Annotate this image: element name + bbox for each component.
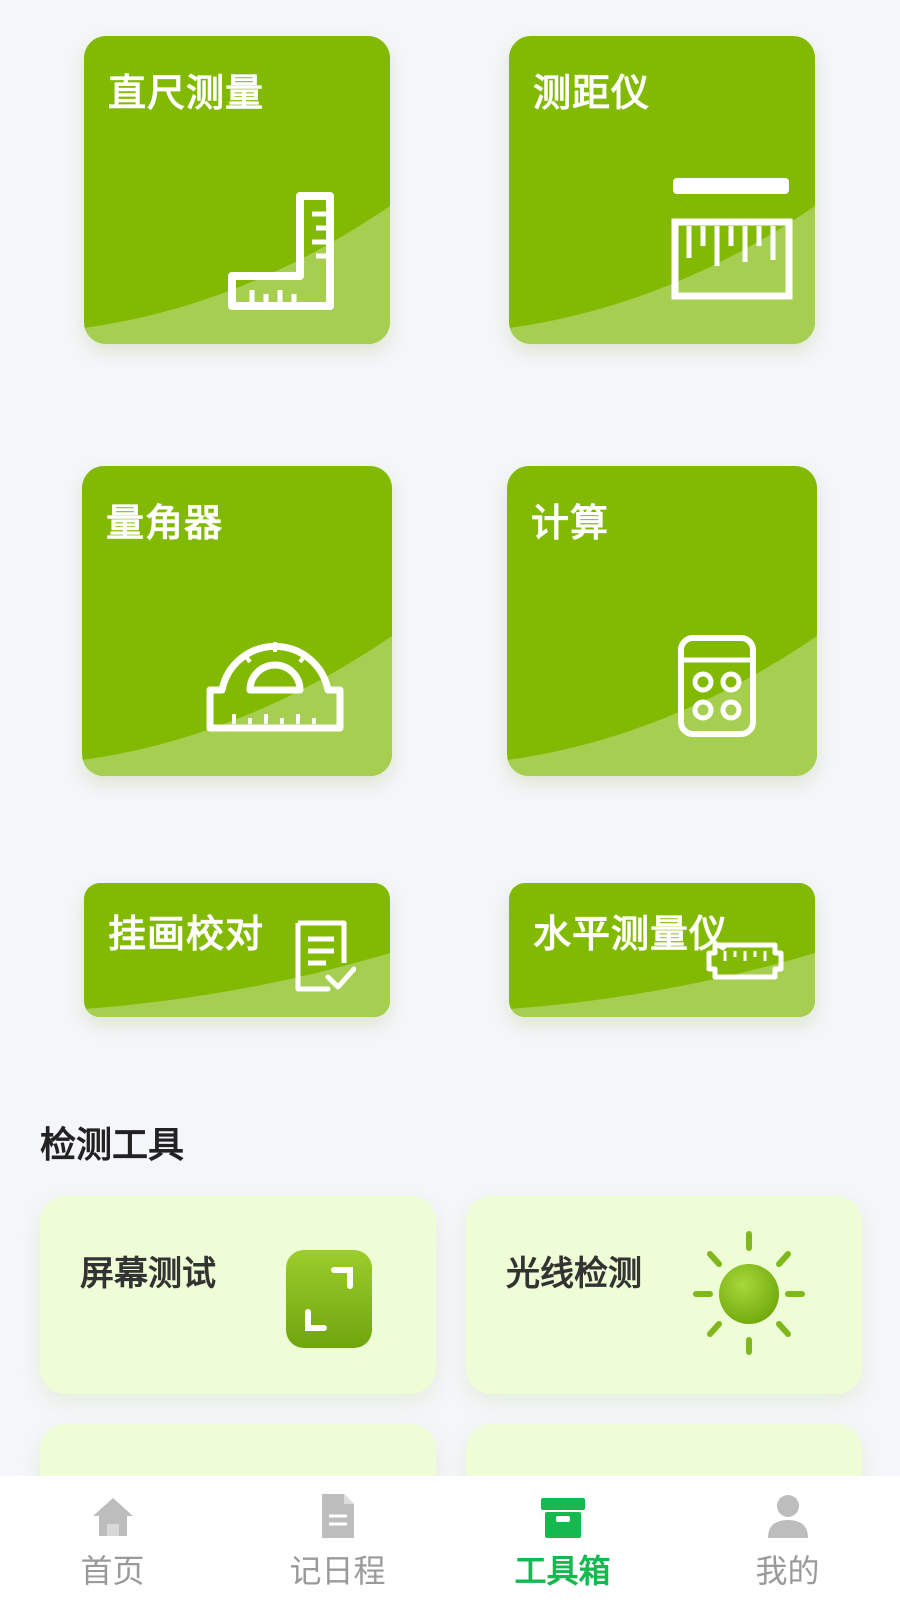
protractor-title: 量角器 [106, 501, 224, 545]
nav-label-schedule: 记日程 [289, 1552, 386, 1590]
frame-align-card[interactable]: 挂画校对 [84, 883, 390, 1017]
tape-measure-icon [671, 178, 793, 300]
range-finder-title: 测距仪 [533, 71, 651, 115]
nav-label-home: 首页 [80, 1552, 145, 1590]
calculator-card[interactable]: 计算 [507, 466, 817, 776]
bottom-navigation: 首页 记日程 工具箱 我的 [0, 1476, 900, 1600]
nav-item-schedule[interactable]: 记日程 [238, 1492, 438, 1592]
level-meter-card[interactable]: 水平测量仪 [509, 883, 815, 1017]
fullscreen-icon [286, 1250, 372, 1348]
screen-test-card[interactable]: 屏幕测试 [40, 1196, 436, 1394]
screen-test-label: 屏幕测试 [80, 1254, 216, 1294]
home-icon [92, 1498, 133, 1536]
detection-section-title: 检测工具 [40, 1125, 185, 1166]
sun-icon [693, 1231, 805, 1355]
toolbox-page: 直尺测量 测距仪 量角器 计算 挂画校对 水平测量仪 检测工具 屏幕测试 光线检… [0, 0, 900, 1600]
nav-item-home[interactable]: 首页 [13, 1492, 213, 1592]
user-profile-icon [767, 1495, 808, 1538]
document-icon [321, 1494, 354, 1538]
checklist-document-icon [295, 920, 356, 992]
ruler-title: 直尺测量 [108, 71, 265, 115]
spirit-level-icon [706, 942, 784, 980]
calculator-icon [678, 635, 756, 737]
light-test-label: 光线检测 [506, 1254, 642, 1294]
set-square-ruler-icon [228, 192, 334, 310]
protractor-icon [206, 642, 344, 732]
nav-item-mine[interactable]: 我的 [688, 1492, 888, 1592]
protractor-card[interactable]: 量角器 [82, 466, 392, 776]
nav-label-toolbox: 工具箱 [514, 1552, 611, 1590]
light-test-card[interactable]: 光线检测 [466, 1196, 862, 1394]
level-meter-title: 水平测量仪 [533, 912, 729, 956]
frame-align-title: 挂画校对 [108, 912, 265, 956]
nav-item-toolbox[interactable]: 工具箱 [463, 1492, 663, 1592]
nav-label-mine: 我的 [755, 1552, 820, 1590]
calculator-title: 计算 [531, 501, 610, 545]
range-finder-card[interactable]: 测距仪 [509, 36, 815, 344]
toolbox-icon [540, 1498, 585, 1538]
ruler-card[interactable]: 直尺测量 [84, 36, 390, 344]
